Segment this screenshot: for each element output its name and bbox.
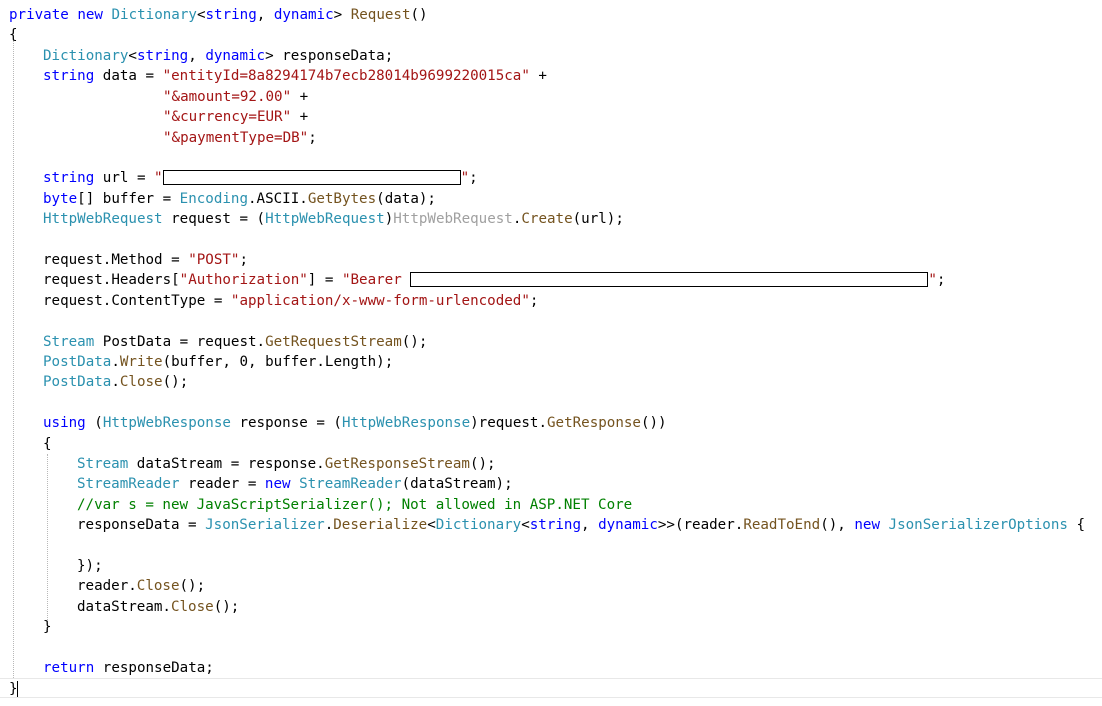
code-line-3[interactable]: Dictionary<string, dynamic> responseData… [43,46,393,66]
code-line-14[interactable]: Stream PostData = request.GetRequestStre… [43,332,427,352]
code-line-23[interactable]: }); [77,556,103,576]
code-line-24[interactable]: reader.Close(); [77,576,205,596]
code-line-11[interactable]: request.Method = "POST"; [43,250,248,270]
code-line-26[interactable]: } [43,617,52,637]
indent-guide [47,454,48,632]
code-line-27[interactable]: return responseData; [43,658,214,678]
code-line-6[interactable]: "&currency=EUR" + [163,107,308,127]
code-line-9[interactable]: byte[] buffer = Encoding.ASCII.GetBytes(… [43,189,436,209]
code-line-18[interactable]: { [43,434,52,454]
code-line-20[interactable]: StreamReader reader = new StreamReader(d… [77,474,513,494]
code-line-10[interactable]: HttpWebRequest request = (HttpWebRequest… [43,209,624,229]
code-line-17[interactable]: using (HttpWebResponse response = (HttpW… [43,413,667,433]
code-line-8[interactable]: string url = " "; [43,168,478,188]
code-line-1[interactable]: private new Dictionary<string, dynamic> … [9,5,428,25]
code-line-13[interactable]: request.ContentType = "application/x-www… [43,291,538,311]
code-line-22[interactable]: responseData = JsonSerializer.Deserializ… [77,515,1085,535]
redacted-token-box [410,272,929,287]
redacted-url-box [162,170,461,185]
code-line-25[interactable]: dataStream.Close(); [77,597,239,617]
code-line-7[interactable]: "&paymentType=DB"; [163,128,317,148]
code-line-5[interactable]: "&amount=92.00" + [163,87,308,107]
code-line-4[interactable]: string data = "entityId=8a8294174b7ecb28… [43,66,547,86]
code-editor[interactable]: private new Dictionary<string, dynamic> … [0,0,1102,706]
code-line-16[interactable]: PostData.Close(); [43,372,188,392]
code-line-15[interactable]: PostData.Write(buffer, 0, buffer.Length)… [43,352,393,372]
code-line-21[interactable]: //var s = new JavaScriptSerializer(); No… [77,495,632,515]
text-caret [17,681,18,697]
indent-guide [13,40,14,678]
current-line-highlight [0,678,1102,698]
code-line-2[interactable]: { [9,25,18,45]
code-line-12[interactable]: request.Headers["Authorization"] = "Bear… [43,270,945,290]
code-line-19[interactable]: Stream dataStream = response.GetResponse… [77,454,496,474]
